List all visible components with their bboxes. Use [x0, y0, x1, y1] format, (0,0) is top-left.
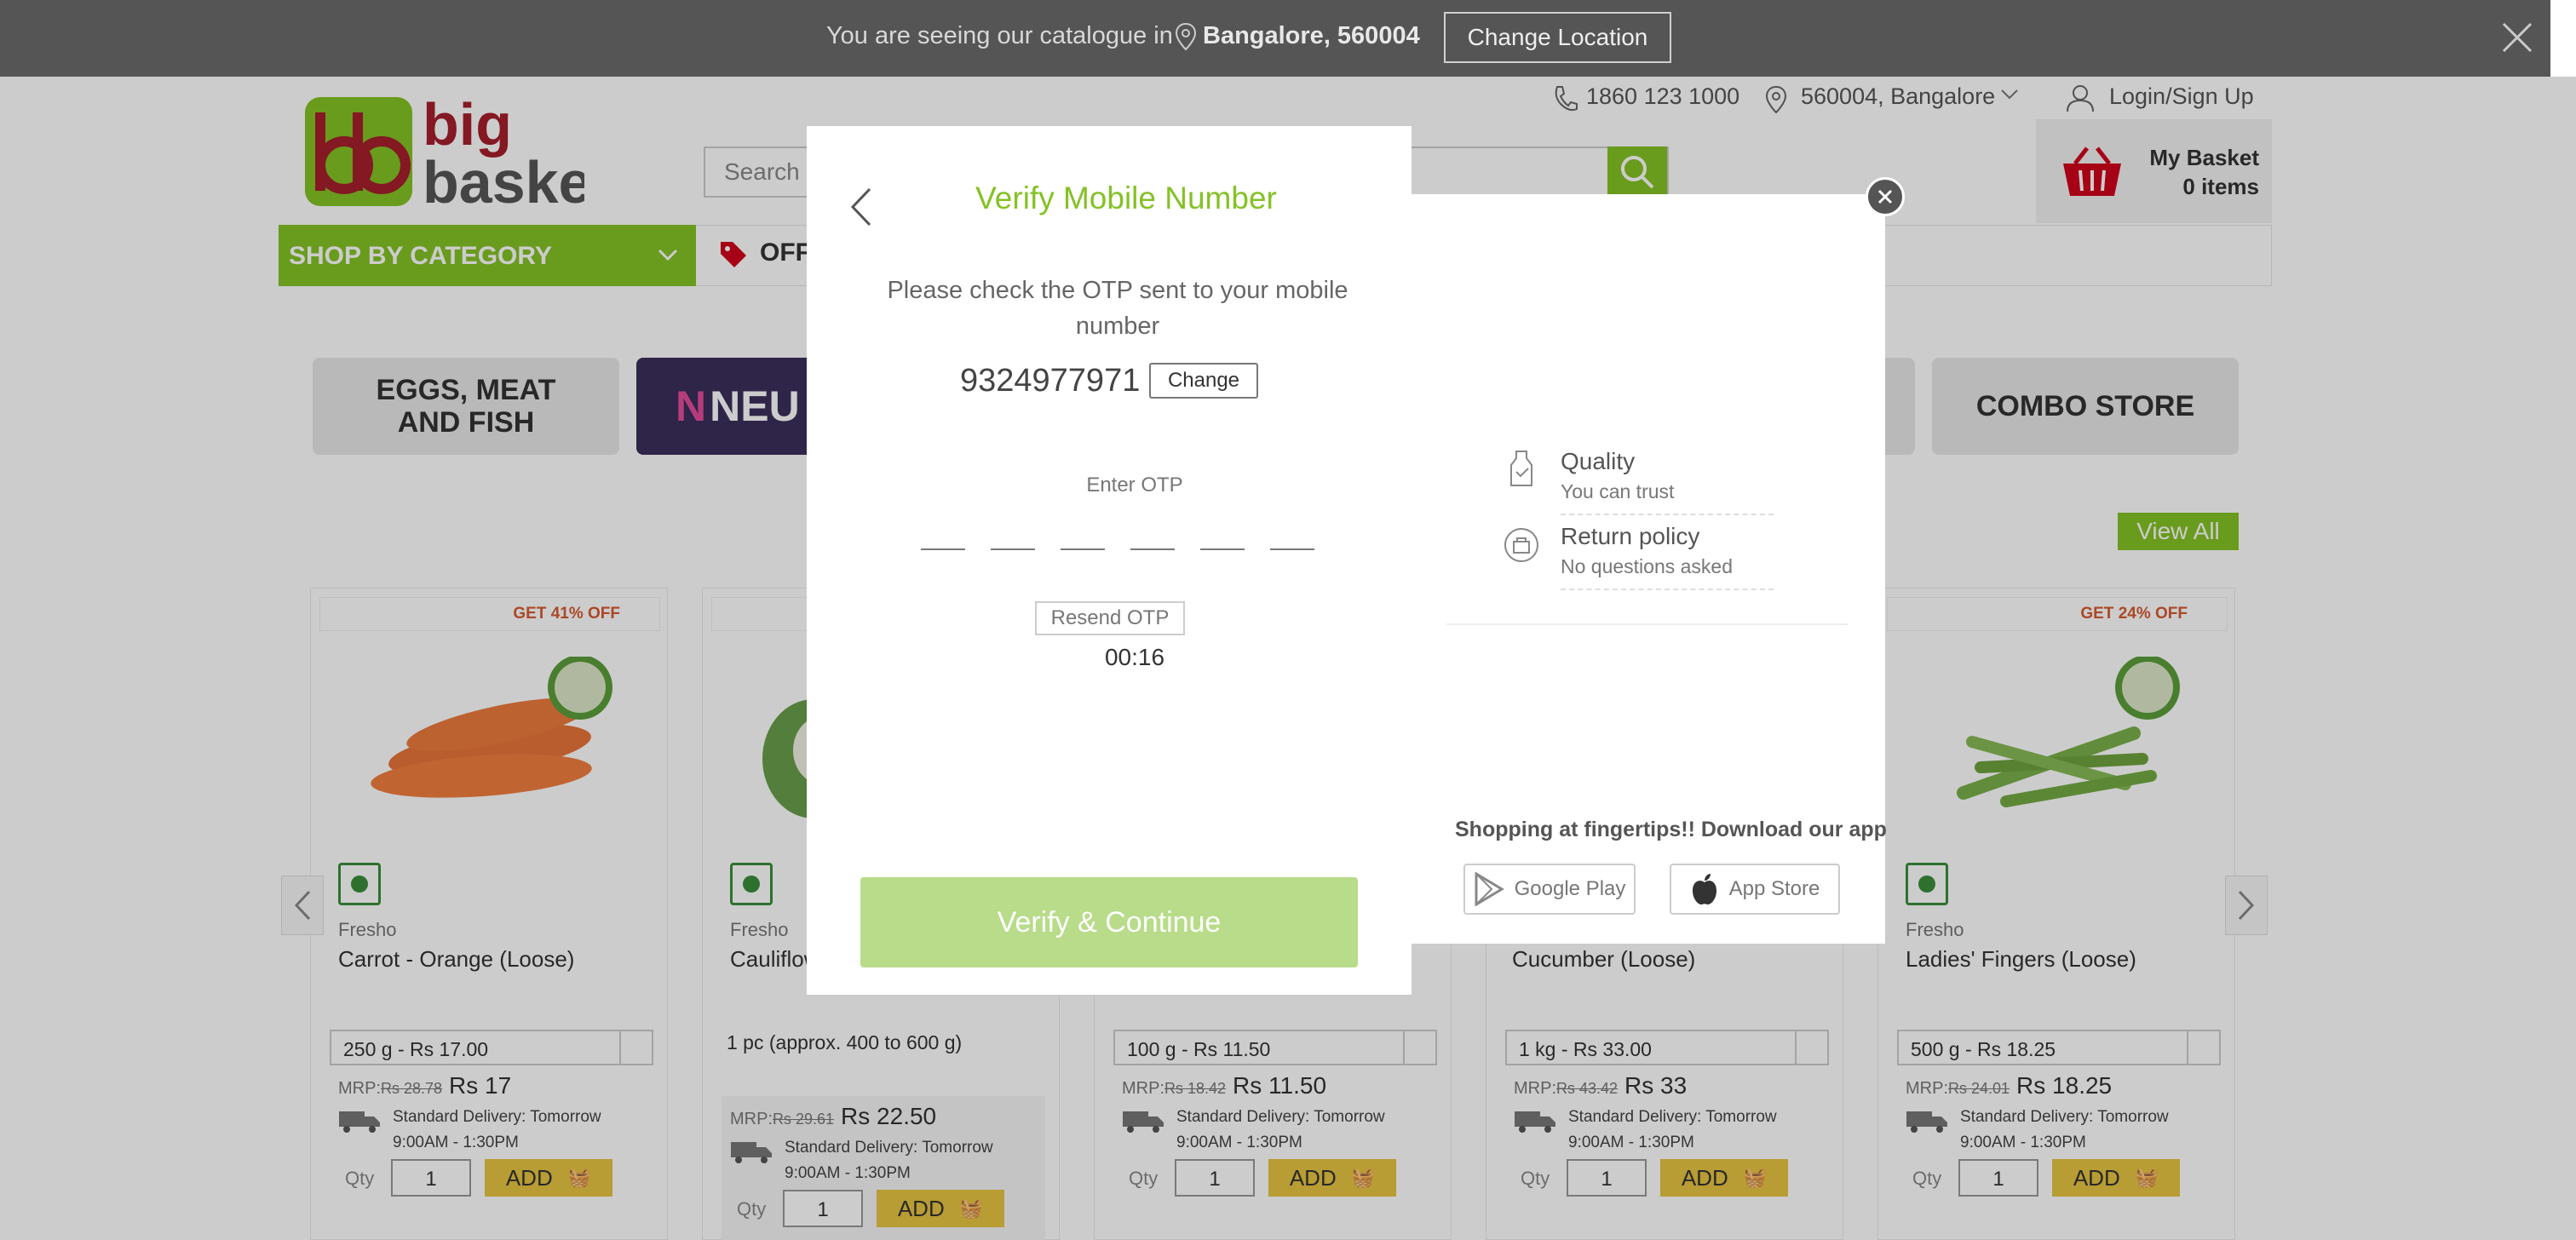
close-icon — [2502, 22, 2533, 53]
close-modal-button[interactable] — [1866, 177, 1905, 216]
modal-title: Verify Mobile Number — [975, 181, 1277, 215]
app-store-button[interactable]: App Store — [1670, 864, 1840, 915]
apple-icon — [1692, 874, 1716, 905]
otp-instruction: Please check the OTP sent to your mobile… — [887, 277, 1348, 340]
return-policy-icon — [1503, 526, 1540, 564]
feature-quality: Quality You can trust — [1561, 448, 1782, 515]
verify-continue-button[interactable]: Verify & Continue — [860, 877, 1358, 967]
google-play-label: Google Play — [1514, 877, 1626, 900]
google-play-icon — [1475, 872, 1504, 906]
feature-return-policy: Return policy No questions asked — [1561, 523, 1782, 590]
feature-subtitle: You can trust — [1561, 480, 1675, 502]
feature-title: Return policy — [1561, 523, 1700, 549]
location-pin-icon — [1174, 22, 1198, 51]
close-location-bar-button[interactable] — [2500, 20, 2534, 55]
otp-timer: 00:16 — [1104, 644, 1165, 670]
location-bar: You are seeing our catalogue in Bangalor… — [0, 0, 2550, 77]
app-promo-text: Shopping at fingertips!! Download our ap… — [1455, 818, 1887, 841]
change-number-button[interactable]: Change — [1149, 363, 1258, 399]
otp-digit-input[interactable] — [1270, 533, 1314, 550]
location-city: Bangalore, 560004 — [1203, 22, 1420, 49]
enter-otp-label: Enter OTP — [1086, 474, 1183, 497]
verify-mobile-panel: Verify Mobile Number Please check the OT… — [807, 126, 1412, 995]
feature-subtitle: No questions asked — [1561, 555, 1734, 577]
feature-divider — [1561, 588, 1774, 590]
resend-otp-button[interactable]: Resend OTP — [1035, 601, 1185, 635]
google-play-button[interactable]: Google Play — [1463, 864, 1636, 915]
otp-digit-input[interactable] — [1200, 533, 1245, 550]
otp-digit-input[interactable] — [991, 533, 1035, 550]
divider — [1446, 623, 1849, 625]
close-icon — [1877, 189, 1893, 204]
app-store-label: App Store — [1728, 877, 1820, 900]
mobile-number: 9324977971 — [960, 363, 1141, 399]
feature-title: Quality — [1561, 448, 1636, 474]
app-promo-panel: Quality You can trust Return policy No q… — [1406, 194, 1887, 944]
location-message: You are seeing our catalogue in — [826, 22, 1173, 49]
otp-digit-input[interactable] — [1061, 533, 1105, 550]
change-location-button[interactable]: Change Location — [1444, 12, 1671, 63]
otp-digit-input[interactable] — [1130, 533, 1175, 550]
quality-icon — [1504, 448, 1538, 489]
otp-digit-input[interactable] — [921, 533, 965, 550]
feature-divider — [1561, 514, 1774, 515]
